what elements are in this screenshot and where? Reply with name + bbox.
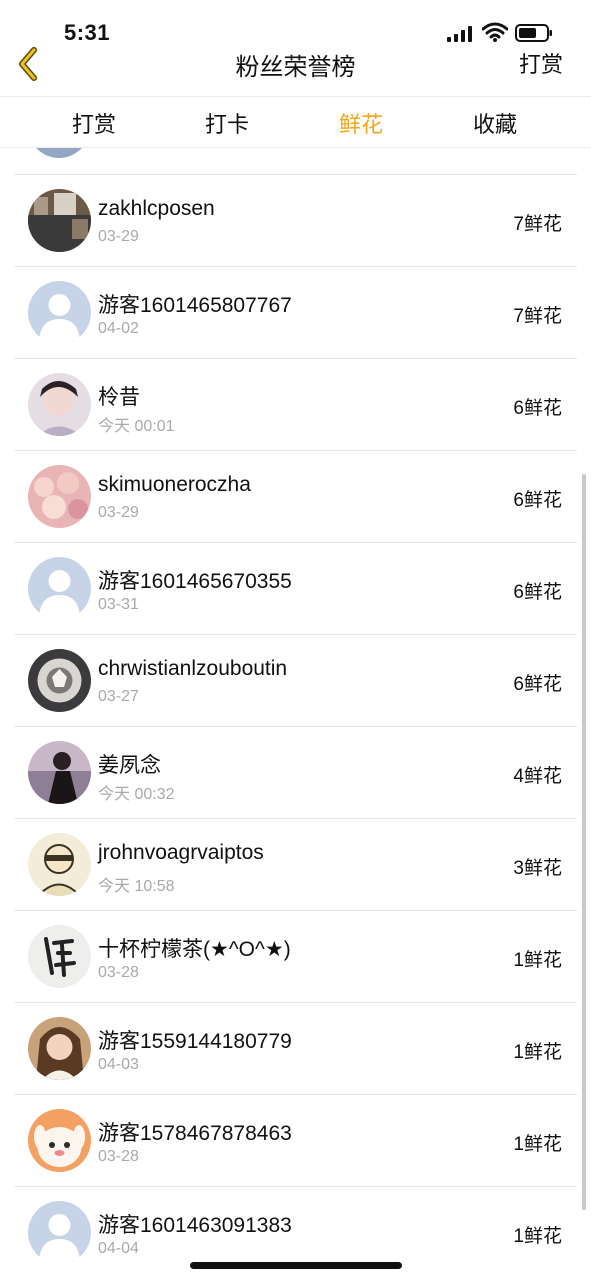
user-name: 游客1601463091383	[98, 1214, 292, 1237]
user-name: 游客1601465670355	[98, 570, 292, 593]
default-user-avatar	[28, 557, 91, 620]
user-name: jrohnvoagrvaiptos	[98, 841, 264, 864]
date-label: 03-28	[98, 1148, 139, 1165]
tab-bar: 打赏 打卡 鲜花 收藏	[0, 96, 591, 148]
user-name: 姜夙念	[98, 754, 161, 777]
flower-count: 6鲜花	[513, 582, 562, 603]
date-label: 03-28	[98, 964, 139, 981]
list-item[interactable]: skimuoneroczha 03-29 6鲜花	[14, 450, 577, 542]
flower-count: 1鲜花	[513, 1042, 562, 1063]
tab-checkin[interactable]: 打卡	[177, 107, 277, 139]
user-name: 游客1601465807767	[98, 294, 292, 317]
avatar	[28, 925, 91, 988]
user-name: 游客1559144180779	[98, 1030, 292, 1053]
flower-count: 7鲜花	[513, 306, 562, 327]
avatar	[28, 741, 91, 804]
flower-count: 1鲜花	[513, 1134, 562, 1155]
tab-reward[interactable]: 打赏	[44, 107, 144, 139]
list-item[interactable]: 十杯柠檬茶(★^O^★) 03-28 1鲜花	[14, 910, 577, 1002]
avatar	[28, 373, 91, 436]
avatar	[28, 1109, 91, 1172]
date-label: 04-03	[98, 1056, 139, 1073]
flower-count: 6鲜花	[513, 674, 562, 695]
battery-icon	[515, 24, 552, 42]
list-item[interactable]: jrohnvoagrvaiptos 今天 10:58 3鲜花	[14, 818, 577, 910]
avatar	[28, 148, 90, 158]
list-item[interactable]: zakhlcposen 03-29 7鲜花	[14, 174, 577, 266]
date-label: 03-29	[98, 228, 139, 245]
wifi-icon	[482, 22, 508, 42]
date-label: 03-31	[98, 596, 139, 613]
status-bar: 5:31	[0, 0, 591, 50]
date-label: 03-27	[98, 688, 139, 705]
user-name: 柃昔	[98, 386, 140, 409]
list-item[interactable]: 游客1601465670355 03-31 6鲜花	[14, 542, 577, 634]
list-item[interactable]: 游客1601465807767 04-02 7鲜花	[14, 266, 577, 358]
date-label: 04-04	[98, 1240, 139, 1257]
date-label: 今天 00:01	[98, 418, 175, 435]
list-item[interactable]: 游客1559144180779 04-03 1鲜花	[14, 1002, 577, 1094]
avatar	[28, 1017, 91, 1080]
list-item[interactable]: 姜夙念 今天 00:32 4鲜花	[14, 726, 577, 818]
user-name: 十杯柠檬茶(★^O^★)	[98, 938, 291, 961]
list-item[interactable]: 游客1578467878463 03-28 1鲜花	[14, 1094, 577, 1186]
user-name: chrwistianlzouboutin	[98, 657, 288, 680]
user-name: zakhlcposen	[98, 197, 215, 220]
default-user-avatar	[28, 1201, 91, 1264]
reward-button[interactable]: 打赏	[519, 47, 563, 79]
flower-count: 1鲜花	[513, 950, 562, 971]
user-name: 游客1578467878463	[98, 1122, 292, 1145]
avatar	[28, 465, 91, 528]
flower-count: 6鲜花	[513, 398, 562, 419]
signal-icon	[447, 26, 472, 42]
home-indicator[interactable]	[190, 1262, 402, 1269]
scrollbar[interactable]	[582, 474, 586, 1210]
page-title: 粉丝荣誉榜	[235, 54, 356, 81]
default-user-avatar	[28, 281, 91, 344]
user-name: skimuoneroczha	[98, 473, 251, 496]
avatar	[28, 649, 91, 712]
status-time: 5:31	[64, 20, 111, 45]
flower-count: 3鲜花	[513, 858, 562, 879]
date-label: 今天 10:58	[98, 878, 175, 895]
avatar	[28, 189, 91, 252]
list-item[interactable]: chrwistianlzouboutin 03-27 6鲜花	[14, 634, 577, 726]
avatar	[28, 833, 91, 896]
flower-count: 1鲜花	[513, 1226, 562, 1247]
date-label: 今天 00:32	[98, 786, 175, 803]
date-label: 04-02	[98, 320, 139, 337]
list-item[interactable]: 柃昔 今天 00:01 6鲜花	[14, 358, 577, 450]
fan-ranking-list[interactable]: zakhlcposen 03-29 7鲜花 游客1601465807767 04…	[0, 148, 591, 1280]
flower-count: 6鲜花	[513, 490, 562, 511]
flower-count: 4鲜花	[513, 766, 562, 787]
tab-flowers[interactable]: 鲜花	[311, 107, 411, 139]
date-label: 03-29	[98, 504, 139, 521]
nav-bar: 粉丝荣誉榜 打赏	[0, 47, 591, 96]
flower-count: 7鲜花	[513, 214, 562, 235]
tab-favorites[interactable]: 收藏	[445, 107, 545, 139]
